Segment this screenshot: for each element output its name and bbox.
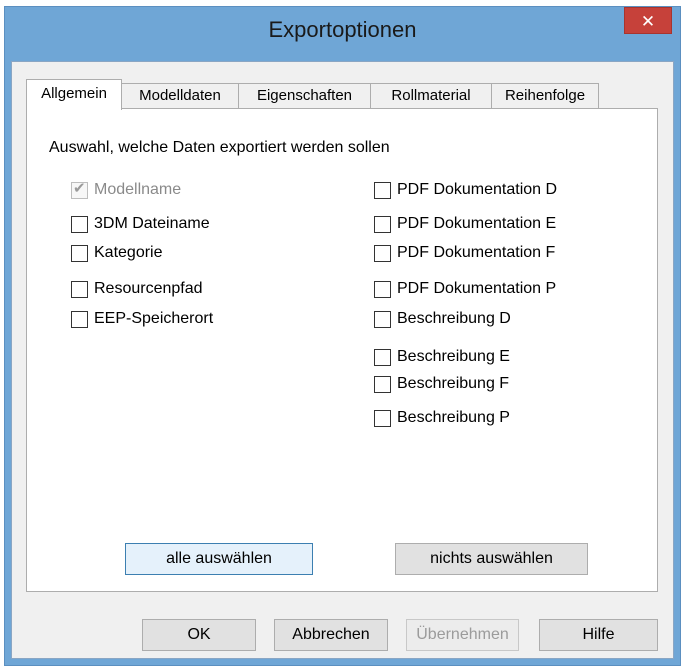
checkbox-box[interactable]: [374, 348, 391, 366]
checkbox-box[interactable]: [374, 215, 391, 233]
checkbox-box[interactable]: [374, 244, 391, 262]
checkbox-label: Beschreibung P: [397, 409, 510, 426]
select-none-button[interactable]: nichts auswählen: [395, 543, 588, 575]
checkbox-label: 3DM Dateiname: [94, 215, 210, 232]
export-options-dialog: Exportoptionen ✕ Allgemein Modelldaten E…: [4, 6, 681, 666]
checkbox-label: Beschreibung D: [397, 310, 511, 327]
checkbox-label: Modellname: [94, 181, 182, 198]
checkbox-pdf-dokumentation-e[interactable]: PDF Dokumentation E: [374, 213, 556, 235]
checkbox-3dm-dateiname[interactable]: 3DM Dateiname: [71, 213, 210, 235]
checkbox-box[interactable]: [374, 310, 391, 328]
checkbox-eep-speicherort[interactable]: EEP-Speicherort: [71, 308, 213, 330]
checkbox-label: Beschreibung E: [397, 348, 510, 365]
checkbox-box[interactable]: [71, 280, 88, 298]
tab-eigenschaften[interactable]: Eigenschaften: [238, 83, 371, 108]
checkmark-icon: ✔: [73, 179, 86, 197]
apply-button[interactable]: Übernehmen: [406, 619, 519, 651]
checkbox-box[interactable]: [374, 375, 391, 393]
checkbox-box[interactable]: [71, 310, 88, 328]
help-button[interactable]: Hilfe: [539, 619, 658, 651]
dialog-title: Exportoptionen: [268, 17, 417, 42]
checkbox-label: PDF Dokumentation F: [397, 244, 556, 261]
dialog-client-area: Allgemein Modelldaten Eigenschaften Roll…: [11, 61, 674, 659]
tab-panel-allgemein: Auswahl, welche Daten exportiert werden …: [26, 108, 658, 592]
checkbox-box[interactable]: [71, 215, 88, 233]
select-all-button[interactable]: alle auswählen: [125, 543, 313, 575]
checkbox-label: Beschreibung F: [397, 375, 510, 392]
checkbox-resourcenpfad[interactable]: Resourcenpfad: [71, 278, 203, 300]
checkbox-beschreibung-d[interactable]: Beschreibung D: [374, 308, 511, 330]
close-button[interactable]: ✕: [624, 7, 672, 34]
checkbox-modellname[interactable]: ✔ Modellname: [71, 179, 181, 201]
checkbox-label: EEP-Speicherort: [94, 310, 214, 327]
checkbox-label: PDF Dokumentation P: [397, 280, 557, 297]
title-bar[interactable]: Exportoptionen ✕: [5, 7, 680, 61]
tab-rollmaterial[interactable]: Rollmaterial: [370, 83, 492, 108]
checkbox-box[interactable]: [374, 280, 391, 298]
tab-allgemein[interactable]: Allgemein: [26, 79, 122, 110]
checkbox-label: PDF Dokumentation D: [397, 181, 558, 198]
checkbox-box[interactable]: [374, 181, 391, 199]
checkbox-pdf-dokumentation-p[interactable]: PDF Dokumentation P: [374, 278, 556, 300]
checkbox-kategorie[interactable]: Kategorie: [71, 242, 163, 264]
checkbox-label: PDF Dokumentation E: [397, 215, 557, 232]
checkbox-beschreibung-p[interactable]: Beschreibung P: [374, 407, 510, 429]
checkbox-box[interactable]: [374, 409, 391, 427]
checkbox-pdf-dokumentation-d[interactable]: PDF Dokumentation D: [374, 179, 557, 201]
ok-button[interactable]: OK: [142, 619, 256, 651]
checkbox-box[interactable]: ✔: [71, 179, 88, 199]
section-label: Auswahl, welche Daten exportiert werden …: [49, 139, 390, 156]
checkbox-label: Resourcenpfad: [94, 280, 203, 297]
close-icon: ✕: [640, 12, 656, 31]
checkbox-pdf-dokumentation-f[interactable]: PDF Dokumentation F: [374, 242, 555, 264]
tab-modelldaten[interactable]: Modelldaten: [121, 83, 239, 108]
checkbox-box[interactable]: [71, 244, 88, 262]
checkbox-beschreibung-e[interactable]: Beschreibung E: [374, 346, 510, 368]
checkbox-label: Kategorie: [94, 244, 163, 261]
cancel-button[interactable]: Abbrechen: [274, 619, 388, 651]
checkbox-beschreibung-f[interactable]: Beschreibung F: [374, 373, 509, 395]
tab-reihenfolge[interactable]: Reihenfolge: [491, 83, 599, 108]
